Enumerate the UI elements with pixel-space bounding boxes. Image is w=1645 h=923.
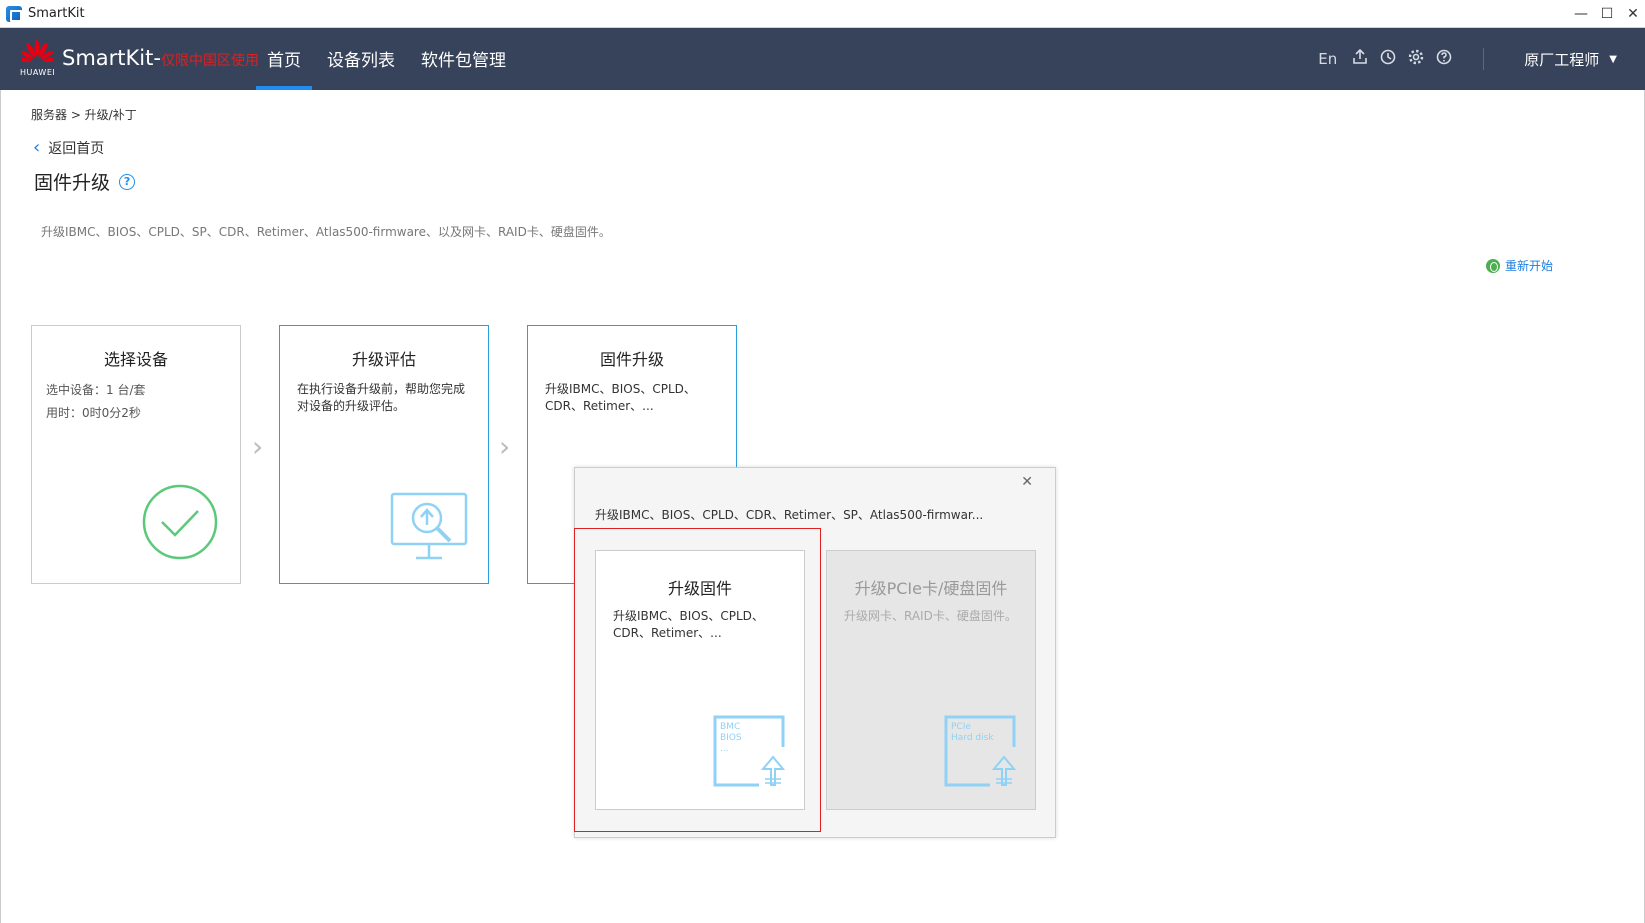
brand-text: HUAWEI — [20, 68, 56, 77]
step-text: 升级IBMC、BIOS、CPLD、CDR、Retimer、... — [545, 382, 696, 413]
chevron-down-icon: ▼ — [1609, 53, 1617, 65]
icon-text-line: Hard disk — [951, 733, 994, 743]
huawei-logo: HUAWEI — [18, 40, 56, 80]
page-title: 固件升级 ? — [34, 168, 136, 195]
nav-divider — [1483, 48, 1485, 70]
chevron-right-icon: › — [499, 430, 511, 463]
gear-icon[interactable] — [1407, 49, 1425, 69]
step-title: 升级评估 — [351, 350, 416, 369]
region-note: 仅限中国区使用 — [160, 53, 259, 69]
bmc-bios-upload-icon: BMC BIOS ... — [713, 715, 785, 787]
help-icon[interactable] — [1435, 49, 1453, 69]
option-text: 升级IBMC、BIOS、CPLD、CDR、Retimer、... — [613, 609, 764, 640]
monitor-upgrade-icon — [390, 492, 468, 560]
restart-button[interactable]: 重新开始 — [1486, 257, 1553, 274]
question-icon[interactable]: ? — [119, 173, 136, 190]
step-upgrade-assessment[interactable]: 升级评估 在执行设备升级前，帮助您完成对设备的升级评估。 — [279, 325, 489, 584]
user-menu[interactable]: 原厂工程师 ▼ — [1524, 49, 1617, 70]
back-home-label: 返回首页 — [48, 141, 105, 157]
option-text: 升级网卡、RAID卡、硬盘固件。 — [844, 609, 1017, 623]
check-circle-icon — [142, 484, 218, 560]
breadcrumb: 服务器 > 升级/补丁 — [31, 108, 137, 122]
restart-label: 重新开始 — [1505, 259, 1554, 273]
page-description: 升级IBMC、BIOS、CPLD、SP、CDR、Retimer、Atlas500… — [41, 225, 611, 239]
language-toggle[interactable]: En — [1318, 50, 1337, 68]
step-title: 选择设备 — [103, 350, 168, 369]
app-icon — [6, 5, 22, 22]
step-title: 固件升级 — [599, 350, 664, 369]
elapsed-time: 用时：0时0分2秒 — [46, 406, 141, 420]
tab-package-management[interactable]: 软件包管理 — [421, 46, 506, 90]
upgrade-type-popup: ✕ 升级IBMC、BIOS、CPLD、CDR、Retimer、SP、Atlas5… — [574, 467, 1056, 838]
option-upgrade-firmware[interactable]: 升级固件 升级IBMC、BIOS、CPLD、CDR、Retimer、... BM… — [595, 550, 805, 810]
page-title-text: 固件升级 — [34, 172, 111, 194]
option-title: 升级固件 — [667, 579, 732, 598]
chevron-right-icon: › — [252, 430, 264, 463]
tab-device-list[interactable]: 设备列表 — [327, 46, 395, 90]
icon-text-line: PCIe — [951, 722, 971, 732]
icon-text-line: BIOS — [720, 733, 742, 743]
main-content: 服务器 > 升级/补丁 ‹ 返回首页 固件升级 ? 升级IBMC、BIOS、CP… — [0, 90, 1645, 923]
refresh-icon — [1486, 258, 1500, 273]
maximize-icon[interactable]: ☐ — [1595, 0, 1619, 28]
clock-icon[interactable] — [1379, 49, 1397, 69]
option-title: 升级PCIe卡/硬盘固件 — [854, 579, 1008, 598]
window-titlebar: SmartKit — ☐ ✕ — [0, 0, 1645, 28]
selected-device-count: 选中设备：1 台/套 — [46, 383, 146, 397]
icon-text-line: BMC — [720, 722, 741, 732]
close-window-icon[interactable]: ✕ — [1621, 0, 1645, 28]
popup-description: 升级IBMC、BIOS、CPLD、CDR、Retimer、SP、Atlas500… — [595, 508, 984, 522]
app-name-text: SmartKit- — [62, 46, 161, 70]
app-name: SmartKit-仅限中国区使用 — [62, 46, 259, 70]
huawei-logo-icon — [21, 40, 53, 63]
window-controls: — ☐ ✕ — [1567, 0, 1645, 28]
back-home-link[interactable]: ‹ 返回首页 — [33, 138, 104, 158]
close-icon[interactable]: ✕ — [1021, 474, 1033, 490]
minimize-icon[interactable]: — — [1569, 0, 1593, 28]
pcie-disk-upload-icon: PCIe Hard disk — [944, 715, 1016, 787]
chevron-left-icon: ‹ — [33, 137, 41, 158]
window-title: SmartKit — [28, 6, 85, 21]
user-name: 原厂工程师 — [1524, 50, 1600, 69]
step-select-device[interactable]: 选择设备 选中设备：1 台/套 用时：0时0分2秒 — [31, 325, 241, 584]
icon-text-line: ... — [720, 744, 729, 754]
top-navbar: HUAWEI SmartKit-仅限中国区使用 首页 设备列表 软件包管理 En… — [0, 28, 1645, 90]
tab-home[interactable]: 首页 — [256, 46, 312, 90]
option-upgrade-pcie-disk: 升级PCIe卡/硬盘固件 升级网卡、RAID卡、硬盘固件。 PCIe Hard … — [826, 550, 1036, 810]
nav-tools: En 原厂工程师 ▼ — [1318, 28, 1645, 90]
export-icon[interactable] — [1351, 48, 1369, 69]
step-text: 在执行设备升级前，帮助您完成对设备的升级评估。 — [297, 382, 466, 413]
